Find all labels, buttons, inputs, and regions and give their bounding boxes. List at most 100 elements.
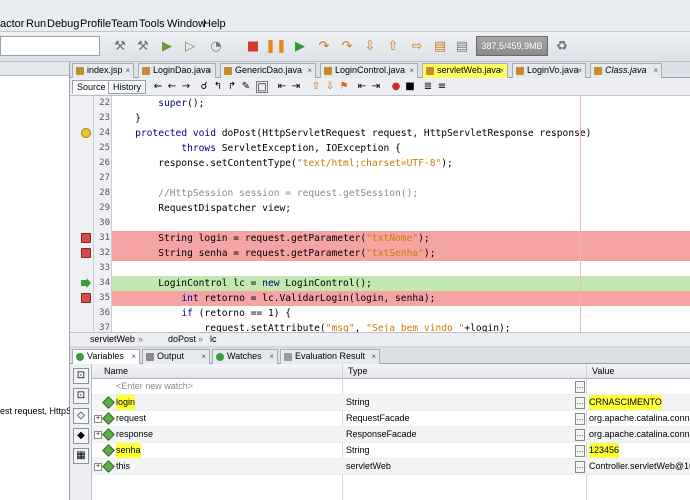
stop-macro-icon[interactable]: ■	[404, 81, 416, 93]
hint-bulb-icon[interactable]	[81, 128, 91, 138]
bookmark-prev-icon[interactable]: ⇧	[310, 81, 322, 93]
breakpoint-icon[interactable]	[81, 248, 91, 258]
show-values-icon[interactable]: ◆	[73, 428, 89, 444]
next-breakpoint-icon[interactable]: ⇥	[370, 81, 382, 93]
menu-team[interactable]: Team	[111, 18, 138, 30]
run-to-cursor-icon[interactable]: ⇨	[407, 36, 427, 56]
code-line[interactable]: }	[112, 111, 690, 126]
close-icon[interactable]: ×	[131, 350, 136, 363]
tab-variables[interactable]: Variables ×	[72, 349, 140, 364]
menu-window[interactable]: Window	[167, 18, 206, 30]
stop-icon[interactable]: ■	[243, 36, 263, 56]
breadcrumb-class[interactable]: servletWeb	[90, 333, 135, 346]
comment-icon[interactable]: ≣	[422, 81, 434, 93]
new-watch-placeholder[interactable]: <Enter new watch>	[116, 379, 193, 394]
apply-changes-icon[interactable]: ▤	[430, 36, 450, 56]
menu-debug[interactable]: Debug	[47, 18, 79, 30]
continue-icon[interactable]: ▶	[290, 36, 310, 56]
shift-left-icon[interactable]: ⇤	[276, 81, 288, 93]
code-line[interactable]: String login = request.getParameter("txt…	[112, 231, 690, 246]
step-into-icon[interactable]: ⇩	[360, 36, 380, 56]
uncomment-icon[interactable]: ≡	[436, 81, 448, 93]
expand-icon[interactable]: +	[94, 431, 102, 439]
code-line[interactable]: throws ServletException, IOException {	[112, 141, 690, 156]
close-icon[interactable]: ×	[409, 64, 414, 77]
close-icon[interactable]: ×	[307, 64, 312, 77]
tab-logincontrol[interactable]: LoginControl.java ×	[320, 63, 418, 78]
find-previous-icon[interactable]: ↰	[212, 81, 224, 93]
toggle-rect-select-icon[interactable]: □	[256, 81, 268, 93]
tab-genericdao[interactable]: GenericDao.java ×	[220, 63, 316, 78]
tab-logindao[interactable]: LoginDao.java ×	[138, 63, 216, 78]
menu-help[interactable]: Help	[203, 18, 226, 30]
code-line[interactable]: //HttpSession session = request.getSessi…	[112, 186, 690, 201]
find-next-icon[interactable]: ↱	[226, 81, 238, 93]
back-icon[interactable]: ←	[166, 81, 178, 93]
run-icon[interactable]: ▶	[157, 36, 177, 56]
code-line[interactable]	[112, 171, 690, 186]
evaluate-expression-icon[interactable]: ⊡	[73, 368, 89, 384]
code-line[interactable]: protected void doPost(HttpServletRequest…	[112, 126, 690, 141]
code-line[interactable]: int retorno = lc.ValidarLogin(login, sen…	[112, 291, 690, 306]
breadcrumb-method[interactable]: doPost	[168, 333, 196, 346]
ellipsis-button[interactable]: …	[575, 461, 585, 473]
tab-index-jsp[interactable]: index.jsp ×	[72, 63, 134, 78]
step-over-icon[interactable]: ↷	[314, 36, 334, 56]
memory-indicator[interactable]: 387,5/459,9MB	[476, 36, 548, 56]
menu-tools[interactable]: Tools	[139, 18, 165, 30]
hammer-icon[interactable]: ⚒	[110, 36, 130, 56]
find-icon[interactable]: ☌	[198, 81, 210, 93]
clean-build-icon[interactable]: ⚒	[133, 36, 153, 56]
step-out-icon[interactable]: ⇧	[383, 36, 403, 56]
toggle-bookmark-icon[interactable]: ⚑	[338, 81, 350, 93]
tab-output[interactable]: Output ×	[142, 349, 210, 364]
forward-icon[interactable]: →	[180, 81, 192, 93]
variable-row[interactable]: + this servletWeb … Controller.servletWeb@16…	[92, 459, 690, 475]
close-icon[interactable]: ×	[499, 64, 504, 77]
ellipsis-button[interactable]: …	[575, 413, 585, 425]
code-editor[interactable]: super(); } protected void doPost(HttpSer…	[112, 96, 690, 332]
code-line[interactable]: super();	[112, 96, 690, 111]
step-over-expression-icon[interactable]: ↷	[337, 36, 357, 56]
menu-run[interactable]: Run	[26, 18, 46, 30]
ellipsis-button[interactable]: …	[575, 445, 585, 457]
code-line[interactable]: LoginControl lc = new LoginControl();	[112, 276, 690, 291]
profile-icon[interactable]: ◔	[206, 36, 226, 56]
debug-icon[interactable]: ▷	[180, 36, 200, 56]
breakpoint-icon[interactable]	[81, 233, 91, 243]
variable-value[interactable]: org.apache.catalina.connector.RequestFac…	[589, 411, 690, 426]
history-button[interactable]: History	[108, 80, 147, 94]
column-type[interactable]: Type	[344, 364, 368, 378]
pause-icon[interactable]: ❚❚	[265, 36, 287, 56]
tab-servletweb[interactable]: servletWeb.java ×	[422, 63, 508, 78]
close-icon[interactable]: ×	[201, 350, 206, 363]
variable-value[interactable]: 123456	[589, 443, 620, 458]
bookmark-next-icon[interactable]: ⇩	[324, 81, 336, 93]
new-watch-row[interactable]: <Enter new watch> …	[92, 379, 690, 395]
tab-loginvo[interactable]: LoginVo.java ×	[512, 63, 586, 78]
garbage-collect-icon[interactable]: ♻	[552, 36, 572, 56]
menu-refactor[interactable]: actor	[0, 18, 24, 30]
show-classes-icon[interactable]: ▦	[73, 448, 89, 464]
code-line[interactable]: response.setContentType("text/html;chars…	[112, 156, 690, 171]
variable-value[interactable]: CRNASCIMENTO	[589, 395, 662, 410]
close-icon[interactable]: ×	[577, 64, 582, 77]
breadcrumb-variable[interactable]: lc	[210, 333, 217, 346]
code-line[interactable]: if (retorno == 1) {	[112, 306, 690, 321]
prev-breakpoint-icon[interactable]: ⇤	[356, 81, 368, 93]
config-combo[interactable]	[0, 36, 100, 56]
expand-icon[interactable]: +	[94, 463, 102, 471]
code-line[interactable]: request.setAttribute("msg", "Seja bem vi…	[112, 321, 690, 332]
ellipsis-button[interactable]: …	[575, 397, 585, 409]
close-icon[interactable]: ×	[371, 350, 376, 363]
variable-row[interactable]: + response ResponseFacade … org.apache.catal…	[92, 427, 690, 443]
variable-value[interactable]: Controller.servletWeb@1691	[589, 459, 690, 474]
tab-class-java[interactable]: Class.java ×	[590, 63, 662, 78]
code-line[interactable]: String senha = request.getParameter("txt…	[112, 246, 690, 261]
ellipsis-button[interactable]: …	[575, 381, 585, 393]
variable-row[interactable]: + request RequestFacade … org.apache.catalin…	[92, 411, 690, 427]
variable-row[interactable]: senha String … 123456	[92, 443, 690, 459]
expand-icon[interactable]: +	[94, 415, 102, 423]
toggle-highlight-icon[interactable]: ✎	[240, 81, 252, 93]
code-line[interactable]	[112, 216, 690, 231]
